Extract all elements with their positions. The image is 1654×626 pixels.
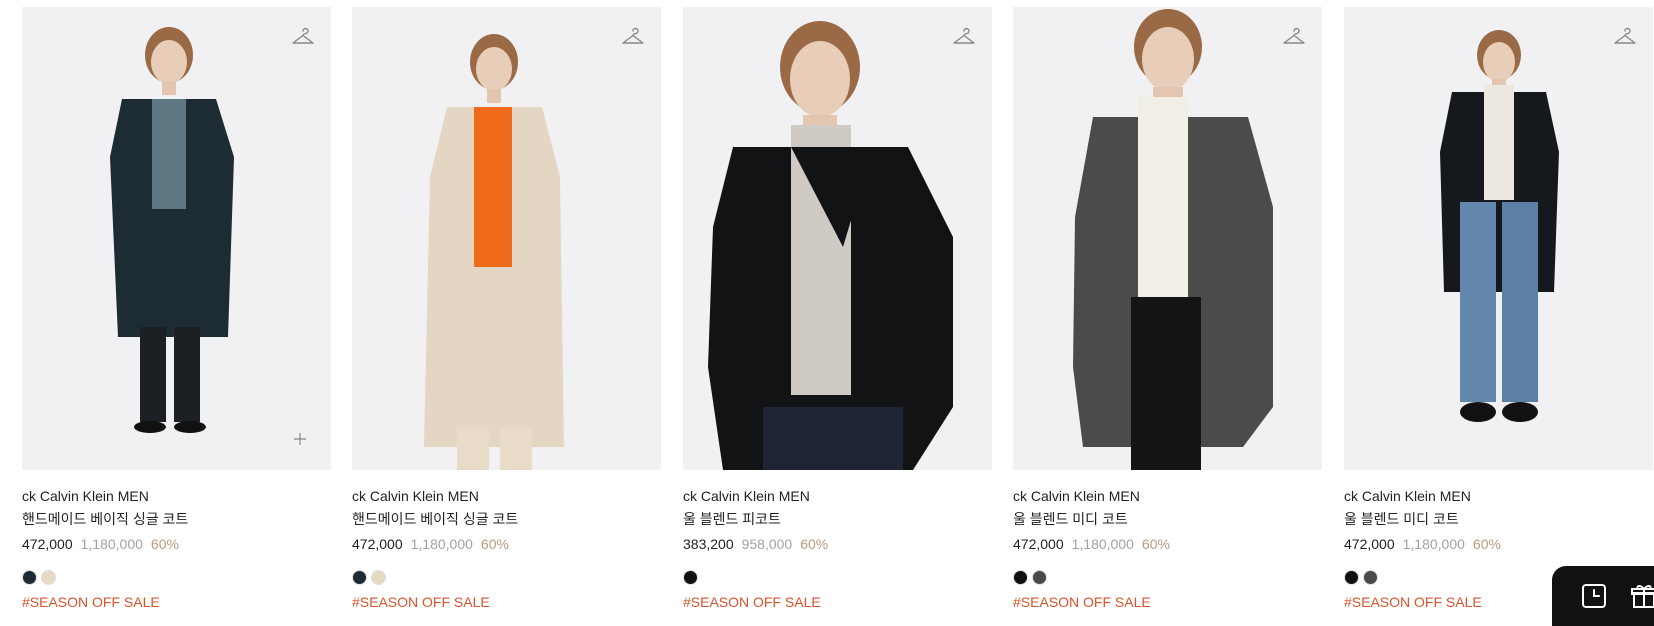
model-photo xyxy=(22,7,331,470)
product-brand: ck Calvin Klein MEN xyxy=(352,488,479,504)
model-photo xyxy=(683,7,992,470)
product-brand: ck Calvin Klein MEN xyxy=(683,488,810,504)
color-swatch[interactable] xyxy=(1363,570,1378,585)
sale-tag[interactable]: #SEASON OFF SALE xyxy=(352,594,661,610)
product-prices: 472,000 1,180,000 60% xyxy=(1344,535,1653,553)
color-swatch[interactable] xyxy=(22,570,37,585)
model-photo xyxy=(1013,7,1322,470)
product-name[interactable]: 울 블렌드 미디 코트 xyxy=(1013,510,1322,528)
product-name[interactable]: 울 블렌드 미디 코트 xyxy=(1344,510,1653,528)
hanger-icon[interactable] xyxy=(291,25,315,49)
discount-rate: 60% xyxy=(480,536,509,552)
product-prices: 383,200 958,000 60% xyxy=(683,535,992,553)
product-image[interactable] xyxy=(1344,7,1653,470)
sale-price: 383,200 xyxy=(683,536,734,552)
original-price: 1,180,000 xyxy=(1402,536,1465,552)
original-price: 1,180,000 xyxy=(410,536,473,552)
product-image[interactable] xyxy=(22,7,331,470)
hanger-icon[interactable] xyxy=(952,25,976,49)
product-prices: 472,000 1,180,000 60% xyxy=(22,535,331,553)
product-name[interactable]: 울 블렌드 피코트 xyxy=(683,510,992,528)
gift-icon[interactable] xyxy=(1630,582,1654,610)
color-swatches xyxy=(1013,570,1322,586)
product-grid: ck Calvin Klein MEN 핸드메이드 베이직 싱글 코트 472,… xyxy=(0,0,1654,618)
discount-rate: 60% xyxy=(1141,536,1170,552)
color-swatches xyxy=(352,570,661,586)
sale-price: 472,000 xyxy=(22,536,73,552)
hanger-icon[interactable] xyxy=(1613,25,1637,49)
product-card[interactable]: ck Calvin Klein MEN 울 블렌드 미디 코트 472,000 1… xyxy=(1013,7,1322,610)
product-image[interactable] xyxy=(683,7,992,470)
model-photo xyxy=(1344,7,1653,470)
sale-price: 472,000 xyxy=(1344,536,1395,552)
product-brand: ck Calvin Klein MEN xyxy=(22,488,149,504)
product-prices: 472,000 1,180,000 60% xyxy=(1013,535,1322,553)
sale-price: 472,000 xyxy=(352,536,403,552)
sale-tag[interactable]: #SEASON OFF SALE xyxy=(1013,594,1322,610)
color-swatches xyxy=(683,570,992,586)
product-name[interactable]: 핸드메이드 베이직 싱글 코트 xyxy=(22,510,331,528)
floating-action-bar xyxy=(1552,566,1654,626)
original-price: 1,180,000 xyxy=(1071,536,1134,552)
sale-price: 472,000 xyxy=(1013,536,1064,552)
color-swatch[interactable] xyxy=(683,570,698,585)
product-card[interactable]: ck Calvin Klein MEN 울 블렌드 피코트 383,200 958… xyxy=(683,7,992,610)
product-card[interactable]: ck Calvin Klein MEN 핸드메이드 베이직 싱글 코트 472,… xyxy=(352,7,661,610)
recent-history-icon[interactable] xyxy=(1580,582,1608,610)
color-swatches xyxy=(22,570,331,586)
product-image[interactable] xyxy=(352,7,661,470)
plus-icon[interactable] xyxy=(293,432,307,446)
sale-tag[interactable]: #SEASON OFF SALE xyxy=(22,594,331,610)
color-swatch[interactable] xyxy=(41,570,56,585)
discount-rate: 60% xyxy=(1472,536,1501,552)
product-brand: ck Calvin Klein MEN xyxy=(1344,488,1471,504)
color-swatch[interactable] xyxy=(1032,570,1047,585)
product-card[interactable]: ck Calvin Klein MEN 핸드메이드 베이직 싱글 코트 472,… xyxy=(22,7,331,610)
original-price: 958,000 xyxy=(741,536,793,552)
product-card[interactable]: ck Calvin Klein MEN 울 블렌드 미디 코트 472,000 1… xyxy=(1344,7,1653,610)
model-photo xyxy=(352,7,661,470)
color-swatch[interactable] xyxy=(1344,570,1359,585)
product-image[interactable] xyxy=(1013,7,1322,470)
product-prices: 472,000 1,180,000 60% xyxy=(352,535,661,553)
product-name[interactable]: 핸드메이드 베이직 싱글 코트 xyxy=(352,510,661,528)
color-swatch[interactable] xyxy=(1013,570,1028,585)
discount-rate: 60% xyxy=(800,536,829,552)
hanger-icon[interactable] xyxy=(621,25,645,49)
original-price: 1,180,000 xyxy=(80,536,143,552)
sale-tag[interactable]: #SEASON OFF SALE xyxy=(683,594,992,610)
hanger-icon[interactable] xyxy=(1282,25,1306,49)
color-swatch[interactable] xyxy=(371,570,386,585)
product-brand: ck Calvin Klein MEN xyxy=(1013,488,1140,504)
discount-rate: 60% xyxy=(150,536,179,552)
color-swatch[interactable] xyxy=(352,570,367,585)
